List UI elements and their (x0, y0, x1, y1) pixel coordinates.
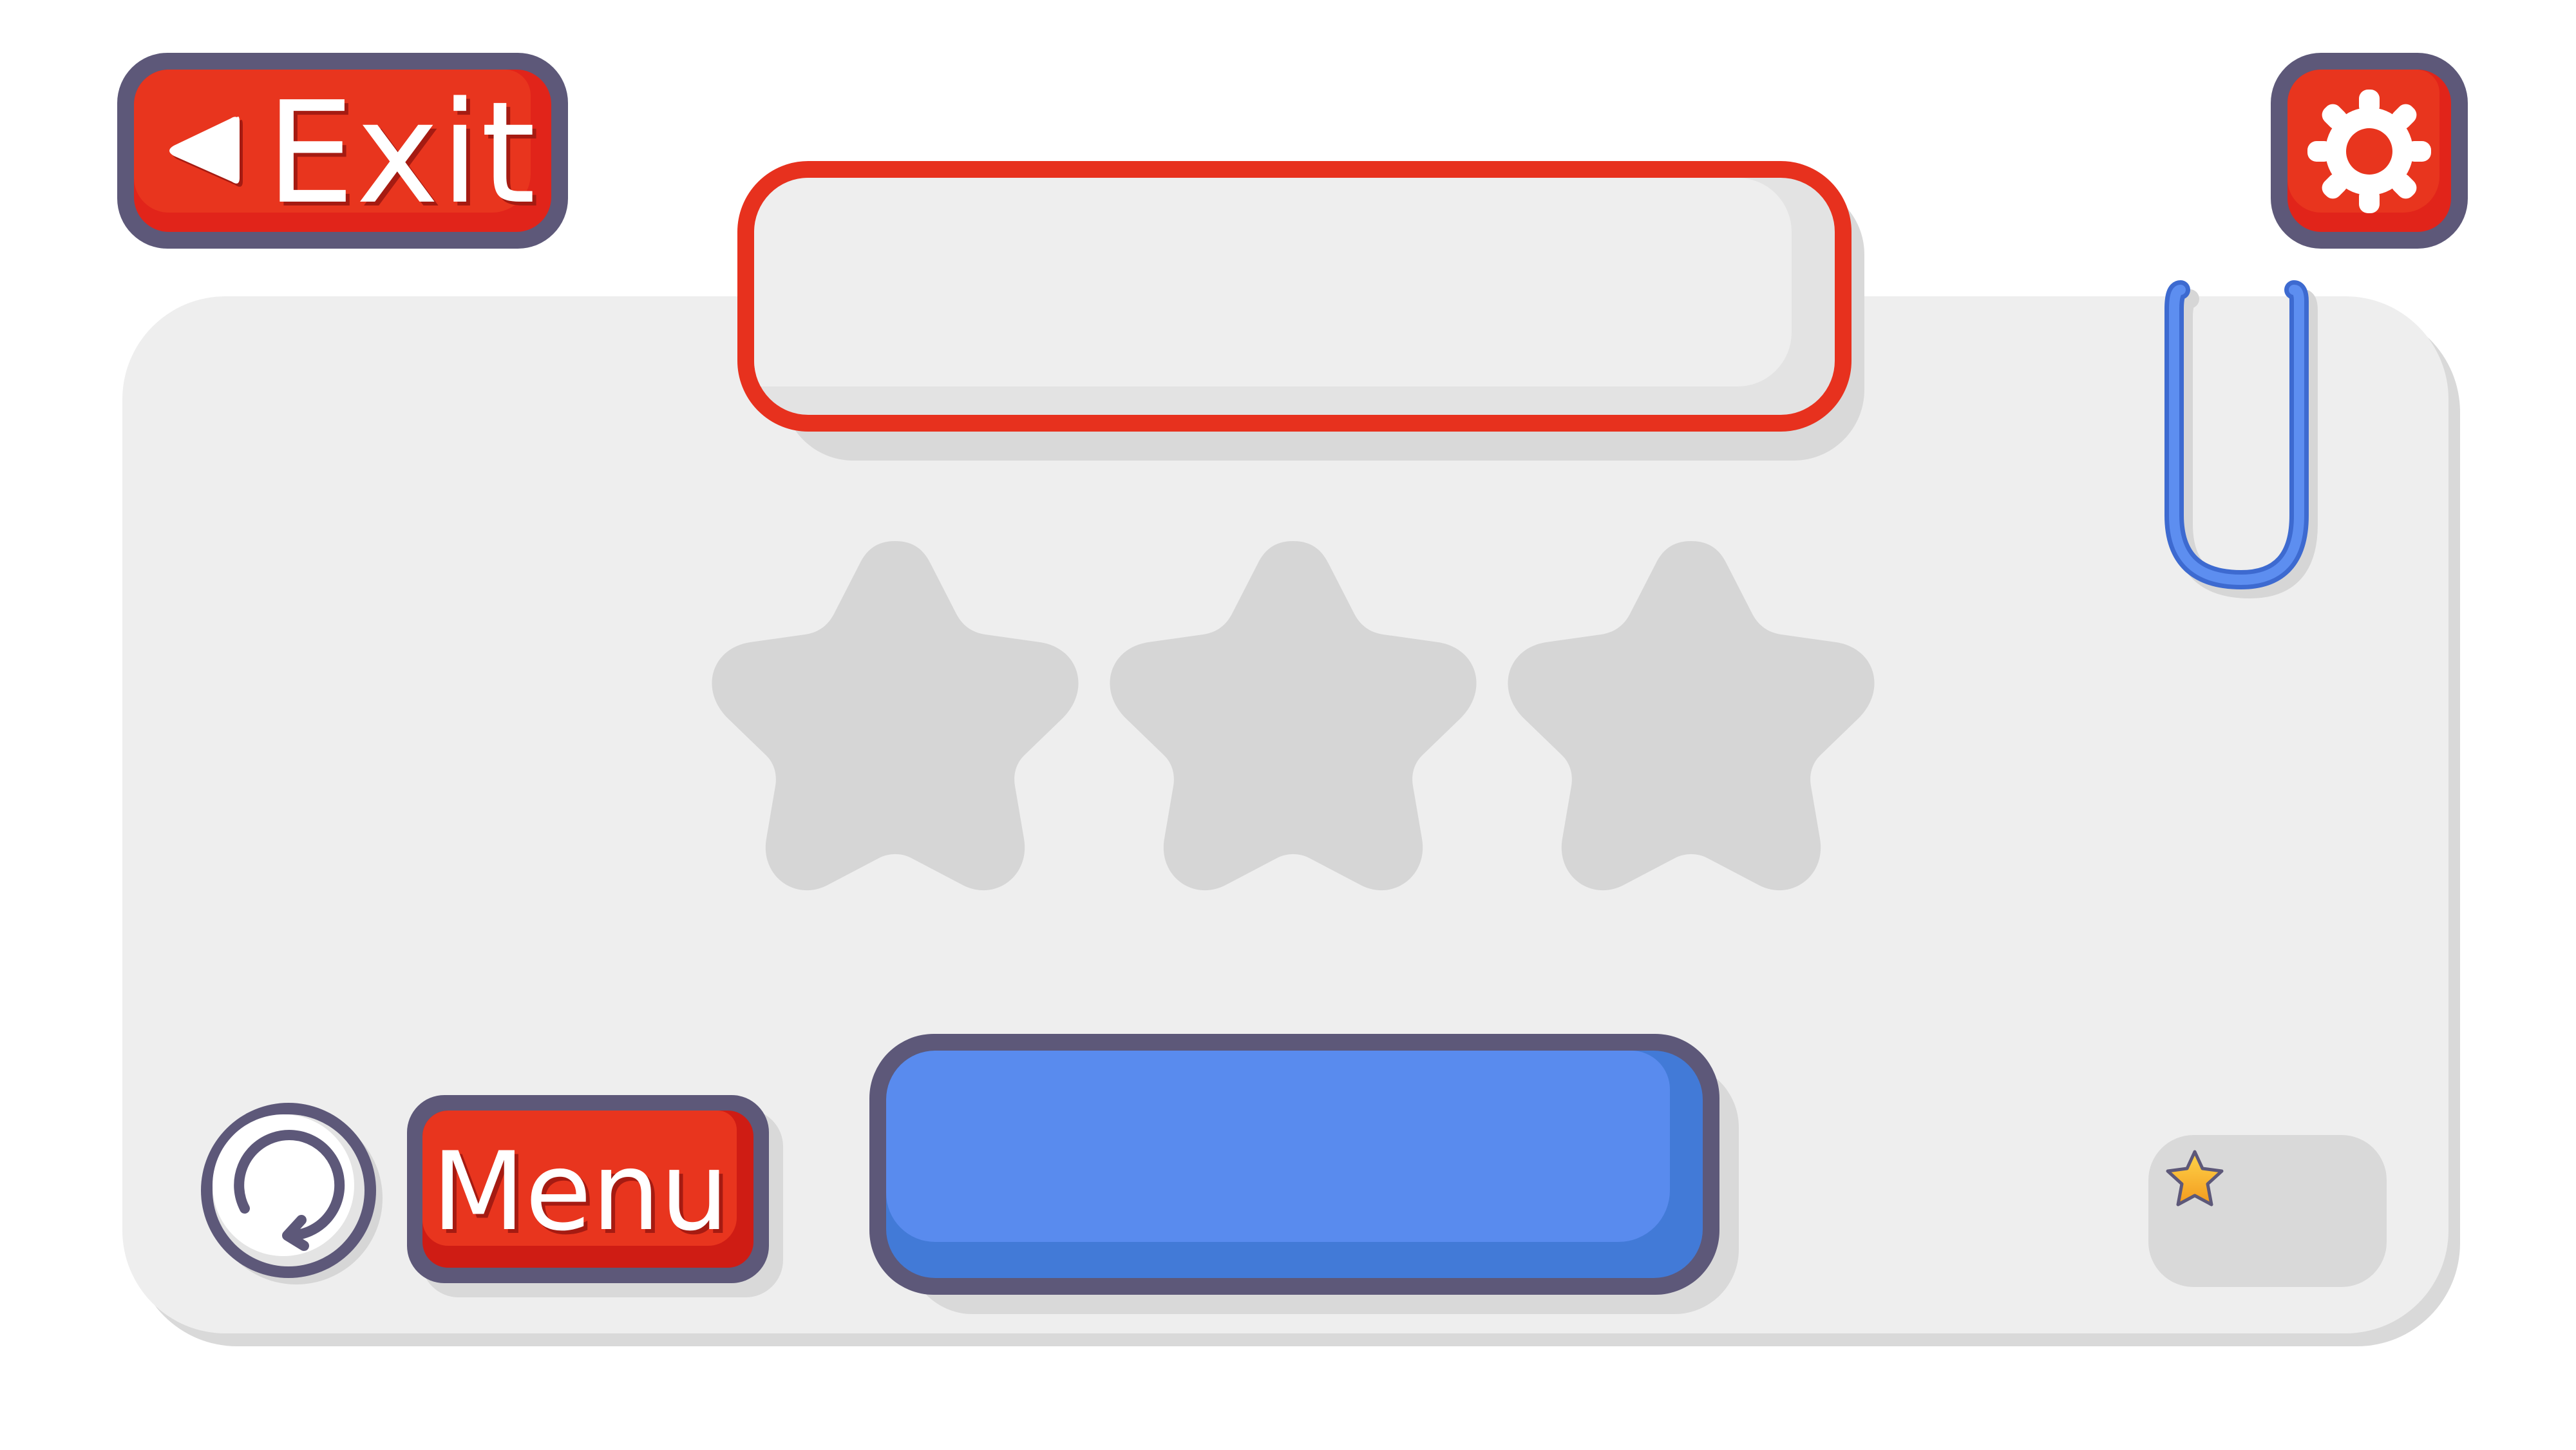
settings-button-body (2287, 70, 2451, 232)
title-banner (737, 161, 1852, 432)
star-counter (2148, 1135, 2387, 1287)
restart-button[interactable] (193, 1095, 386, 1288)
title-banner-face (754, 178, 1792, 386)
rating-star-3 (1508, 541, 1875, 891)
menu-button[interactable]: Menu (407, 1095, 769, 1283)
menu-label: Menu (431, 1129, 729, 1255)
settings-button[interactable] (2271, 53, 2468, 249)
paperclip-icon (2164, 280, 2318, 599)
action-button-body (886, 1051, 1703, 1278)
back-triangle-icon (169, 117, 243, 187)
action-button-face (886, 1051, 1671, 1242)
action-button[interactable] (869, 1034, 1719, 1295)
rating-star-1 (712, 541, 1079, 891)
rating-star-2 (1110, 541, 1477, 891)
exit-button-body: Exit (134, 70, 551, 232)
gold-star-icon (2166, 1150, 2224, 1207)
exit-button[interactable]: Exit (117, 53, 568, 249)
menu-button-body: Menu (422, 1111, 753, 1268)
gear-icon (2307, 90, 2431, 213)
exit-label: Exit (266, 72, 537, 232)
